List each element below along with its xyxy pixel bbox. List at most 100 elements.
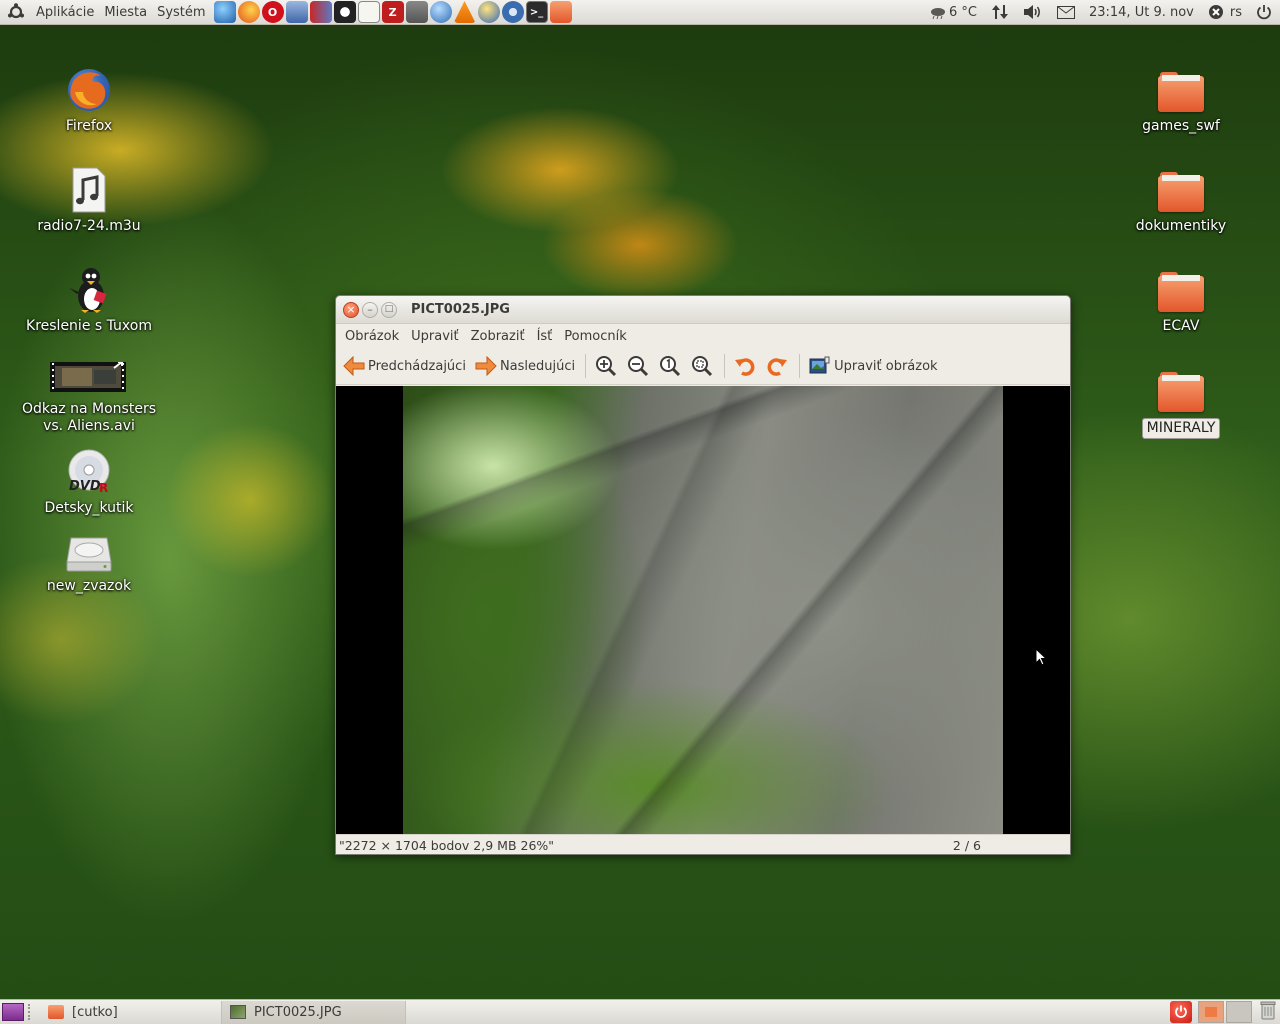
arrow-right-icon [474,354,498,378]
workspace-1[interactable] [1198,1001,1224,1023]
text-editor-icon[interactable] [357,1,380,23]
desktop-icon-tuxpaint[interactable]: Kreslenie s Tuxom [19,266,159,335]
gallery-icon[interactable] [309,1,332,23]
web-browser-icon[interactable] [213,1,236,23]
opera-icon[interactable]: O [261,1,284,23]
firefox-icon[interactable] [237,1,260,23]
panel-handle [28,1004,34,1020]
desktop-icon-label: radio7-24.m3u [37,218,141,234]
shutdown-icon[interactable] [1170,1001,1192,1023]
window-titlebar[interactable]: × – □ PICT0025.JPG [336,296,1070,324]
taskbar-item-label: [cutko] [72,1004,118,1020]
launcher-bar: O Z >_ [213,1,574,23]
desktop-icon-label: new_zvazok [46,578,132,594]
toolbar-separator [724,354,726,378]
zoom-normal-button[interactable] [658,354,682,378]
previous-button[interactable]: Predchádzajúci [342,354,466,378]
desktop-icon-dvd[interactable]: DVD R Detsky_kutik [19,448,159,517]
desktop-icon-mineraly[interactable]: MINERALY [1111,366,1251,439]
settings-wheel-icon[interactable] [501,1,524,23]
next-button[interactable]: Nasledujúci [474,354,575,378]
window-menubar: Obrázok Upraviť Zobraziť Ísť Pomocník [336,324,1070,348]
folder-icon [1157,366,1205,414]
zoom-out-button[interactable] [626,354,650,378]
displayed-photo [403,386,1003,834]
edit-image-button[interactable]: Upraviť obrázok [808,354,938,378]
desktop-icon-radio[interactable]: radio7-24.m3u [19,166,159,235]
user-name: rs [1229,4,1242,20]
toolbar-separator [585,354,587,378]
network-monitor-icon[interactable] [285,1,308,23]
network-icon[interactable] [991,4,1009,20]
mouse-pointer-icon [1035,647,1048,670]
zoom-fit-button[interactable] [690,354,714,378]
mail-icon[interactable] [1056,5,1075,19]
terminal-icon[interactable]: >_ [525,1,548,23]
ubuntu-logo-icon[interactable] [5,1,27,23]
filezilla-icon[interactable]: Z [381,1,404,23]
image-viewport[interactable] [336,386,1070,834]
desktop-icon-label: ECAV [1162,318,1200,334]
taskbar-item-label: PICT0025.JPG [254,1004,342,1020]
desktop-icon-drive[interactable]: new_zvazok [19,532,159,595]
minimize-window-button[interactable]: – [362,301,378,318]
desktop-icon-ecav[interactable]: ECAV [1111,266,1251,335]
menu-image[interactable]: Obrázok [339,329,405,344]
desktop-icon-label: Kreslenie s Tuxom [26,318,152,334]
workspace-2[interactable] [1226,1001,1252,1023]
menu-go[interactable]: Ísť [531,329,559,344]
window-toolbar: Predchádzajúci Nasledujúci Upraviť obráz… [336,348,1070,385]
taskbar-item-cutko[interactable]: [cutko] [40,1000,222,1024]
bottom-panel: [cutko] PICT0025.JPG [0,999,1280,1024]
weather-indicator[interactable]: 6 °C [930,5,977,20]
audio-file-icon [65,166,113,214]
desktop-icon-label: Firefox [65,118,113,134]
vlc-icon[interactable] [453,1,476,23]
bottom-panel-right [1170,1000,1280,1024]
rotate-left-button[interactable] [733,354,757,378]
zoom-in-button[interactable] [594,354,618,378]
desktop-icon-dokumentiky[interactable]: dokumentiky [1111,166,1251,235]
next-label: Nasledujúci [499,358,576,374]
minimize-icon: – [367,303,373,316]
rotate-right-icon [765,354,789,378]
zoom-out-icon [626,354,650,378]
menu-edit[interactable]: Upraviť [405,329,464,344]
power-icon[interactable] [1256,4,1272,20]
top-panel: Aplikácie Miesta Systém O Z >_ 6 °C 23:1… [0,0,1280,25]
menu-applications[interactable]: Aplikácie [31,5,99,20]
maximize-window-button[interactable]: □ [381,301,397,318]
menu-system[interactable]: Systém [152,5,210,20]
toolbar-separator [799,354,801,378]
paint-brush-icon[interactable] [405,1,428,23]
volume-icon[interactable] [1023,4,1043,20]
globe-icon[interactable] [429,1,452,23]
image-position: 2 / 6 [952,837,981,853]
close-icon: × [346,303,356,316]
desktop-icon-monsters[interactable]: Odkaz na Monsters vs. Aliens.avi [19,361,159,435]
image-edit-icon [808,354,832,378]
arrow-left-icon [342,354,366,378]
show-desktop-button[interactable] [2,1003,24,1021]
update-manager-icon[interactable] [549,1,572,23]
rotate-right-button[interactable] [765,354,789,378]
dvd-r-icon: DVD R [65,448,113,496]
taskbar-item-viewer[interactable]: PICT0025.JPG [222,1000,406,1024]
marble-icon[interactable] [477,1,500,23]
image-viewer-icon [230,1005,246,1019]
menu-places[interactable]: Miesta [99,5,152,20]
maximize-icon: □ [384,304,394,314]
window-title: PICT0025.JPG [411,302,510,317]
desktop-icon-label-wrap: MINERALY [1111,418,1251,439]
user-menu[interactable]: rs [1208,4,1242,20]
menu-view[interactable]: Zobraziť [465,329,531,344]
folder-icon [1157,66,1205,114]
tux-paint-icon[interactable] [333,1,356,23]
close-window-button[interactable]: × [343,301,359,318]
desktop-icon-label: dokumentiky [1135,218,1227,234]
clock[interactable]: 23:14, Ut 9. nov [1089,5,1194,20]
desktop-icon-firefox[interactable]: Firefox [19,66,159,135]
desktop-icon-games-swf[interactable]: games_swf [1111,66,1251,135]
menu-help[interactable]: Pomocník [558,329,632,344]
trash-icon[interactable] [1260,1000,1276,1024]
